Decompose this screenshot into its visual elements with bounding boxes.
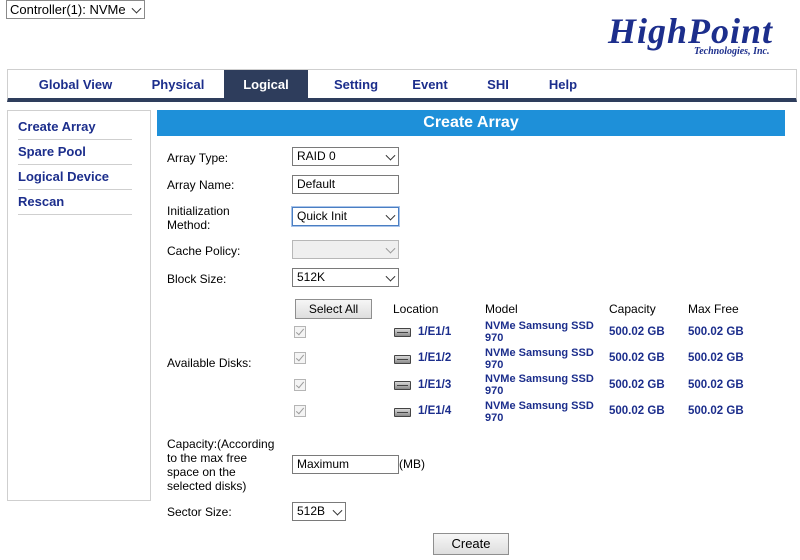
capacity-input[interactable]: Maximum [292,455,399,474]
disk-model: NVMe Samsung SSD 970 [485,320,594,344]
controller-select-value: Controller(1): NVMe [10,2,126,17]
column-header-capacity: Capacity [609,302,656,316]
disk-max-free: 500.02 GB [688,379,744,391]
chevron-down-icon [385,243,396,254]
page-title: Create Array [157,110,785,136]
disk-capacity: 500.02 GB [609,379,665,391]
array-type-value: RAID 0 [297,149,336,163]
tab-setting[interactable]: Setting [314,70,398,99]
block-size-value: 512K [297,270,326,284]
chevron-down-icon [131,3,142,14]
logo-subtitle: Technologies, Inc. [694,46,770,57]
capacity-unit: (MB) [399,457,425,471]
create-button[interactable]: Create [433,533,509,555]
init-method-label-line1: Initialization [167,204,230,218]
disk-icon [394,381,411,390]
column-header-model: Model [485,302,518,316]
sector-size-value: 512B [297,504,326,518]
tab-event[interactable]: Event [400,70,460,99]
chevron-down-icon [385,210,396,221]
disk-location: 1/E1/2 [418,352,452,364]
init-method-label-line2: Method: [167,218,211,232]
tab-global-view[interactable]: Global View [18,70,133,99]
column-header-location: Location [393,302,439,316]
sidebar: Create Array Spare Pool Logical Device R… [7,110,151,501]
disk-capacity: 500.02 GB [609,405,665,417]
capacity-label-line4: selected disks) [167,479,247,493]
disk-location: 1/E1/4 [418,405,452,417]
disk-checkbox[interactable] [294,352,306,364]
disk-checkbox[interactable] [294,379,306,391]
main-nav: Global View Physical Logical Setting Eve… [7,69,797,102]
disk-max-free: 500.02 GB [688,326,744,338]
block-size-label: Block Size: [167,272,227,286]
disk-max-free: 500.02 GB [688,405,744,417]
disk-icon [394,328,411,337]
disk-model: NVMe Samsung SSD 970 [485,347,594,371]
cache-policy-label: Cache Policy: [167,244,241,258]
block-size-select[interactable]: 512K [292,268,399,287]
disk-capacity: 500.02 GB [609,352,665,364]
array-name-label: Array Name: [167,178,235,192]
disk-checkbox[interactable] [294,326,306,338]
tab-shi[interactable]: SHI [473,70,523,99]
capacity-label-line3: space on the [167,465,236,479]
disk-checkbox[interactable] [294,405,306,417]
disk-icon [394,355,411,364]
disk-capacity: 500.02 GB [609,326,665,338]
disk-model: NVMe Samsung SSD 970 [485,400,594,424]
disk-icon [394,408,411,417]
chevron-down-icon [385,150,396,161]
disk-location: 1/E1/1 [418,326,452,338]
capacity-label-line1: Capacity:(According [167,437,275,451]
sidebar-item-create-array[interactable]: Create Array [18,115,132,140]
column-header-max-free: Max Free [688,302,739,316]
available-disks-label: Available Disks: [167,356,252,370]
tab-physical[interactable]: Physical [138,70,218,99]
cache-policy-select[interactable] [292,240,399,259]
init-method-select[interactable]: Quick Init [292,207,399,226]
init-method-value: Quick Init [297,209,348,223]
sector-size-select[interactable]: 512B [292,502,346,521]
controller-select[interactable]: Controller(1): NVMe [6,0,145,19]
select-all-button[interactable]: Select All [295,299,372,319]
disk-location: 1/E1/3 [418,379,452,391]
array-type-label: Array Type: [167,151,229,165]
sector-size-label: Sector Size: [167,505,232,519]
disk-max-free: 500.02 GB [688,352,744,364]
capacity-label-line2: to the max free [167,451,248,465]
sidebar-item-logical-device[interactable]: Logical Device [18,165,132,190]
chevron-down-icon [332,505,343,516]
sidebar-item-rescan[interactable]: Rescan [18,190,132,215]
chevron-down-icon [385,271,396,282]
tab-help[interactable]: Help [538,70,588,99]
sidebar-item-spare-pool[interactable]: Spare Pool [18,140,132,165]
array-type-select[interactable]: RAID 0 [292,147,399,166]
disk-model: NVMe Samsung SSD 970 [485,373,594,397]
array-name-input[interactable]: Default [292,175,399,194]
tab-logical[interactable]: Logical [224,70,308,99]
